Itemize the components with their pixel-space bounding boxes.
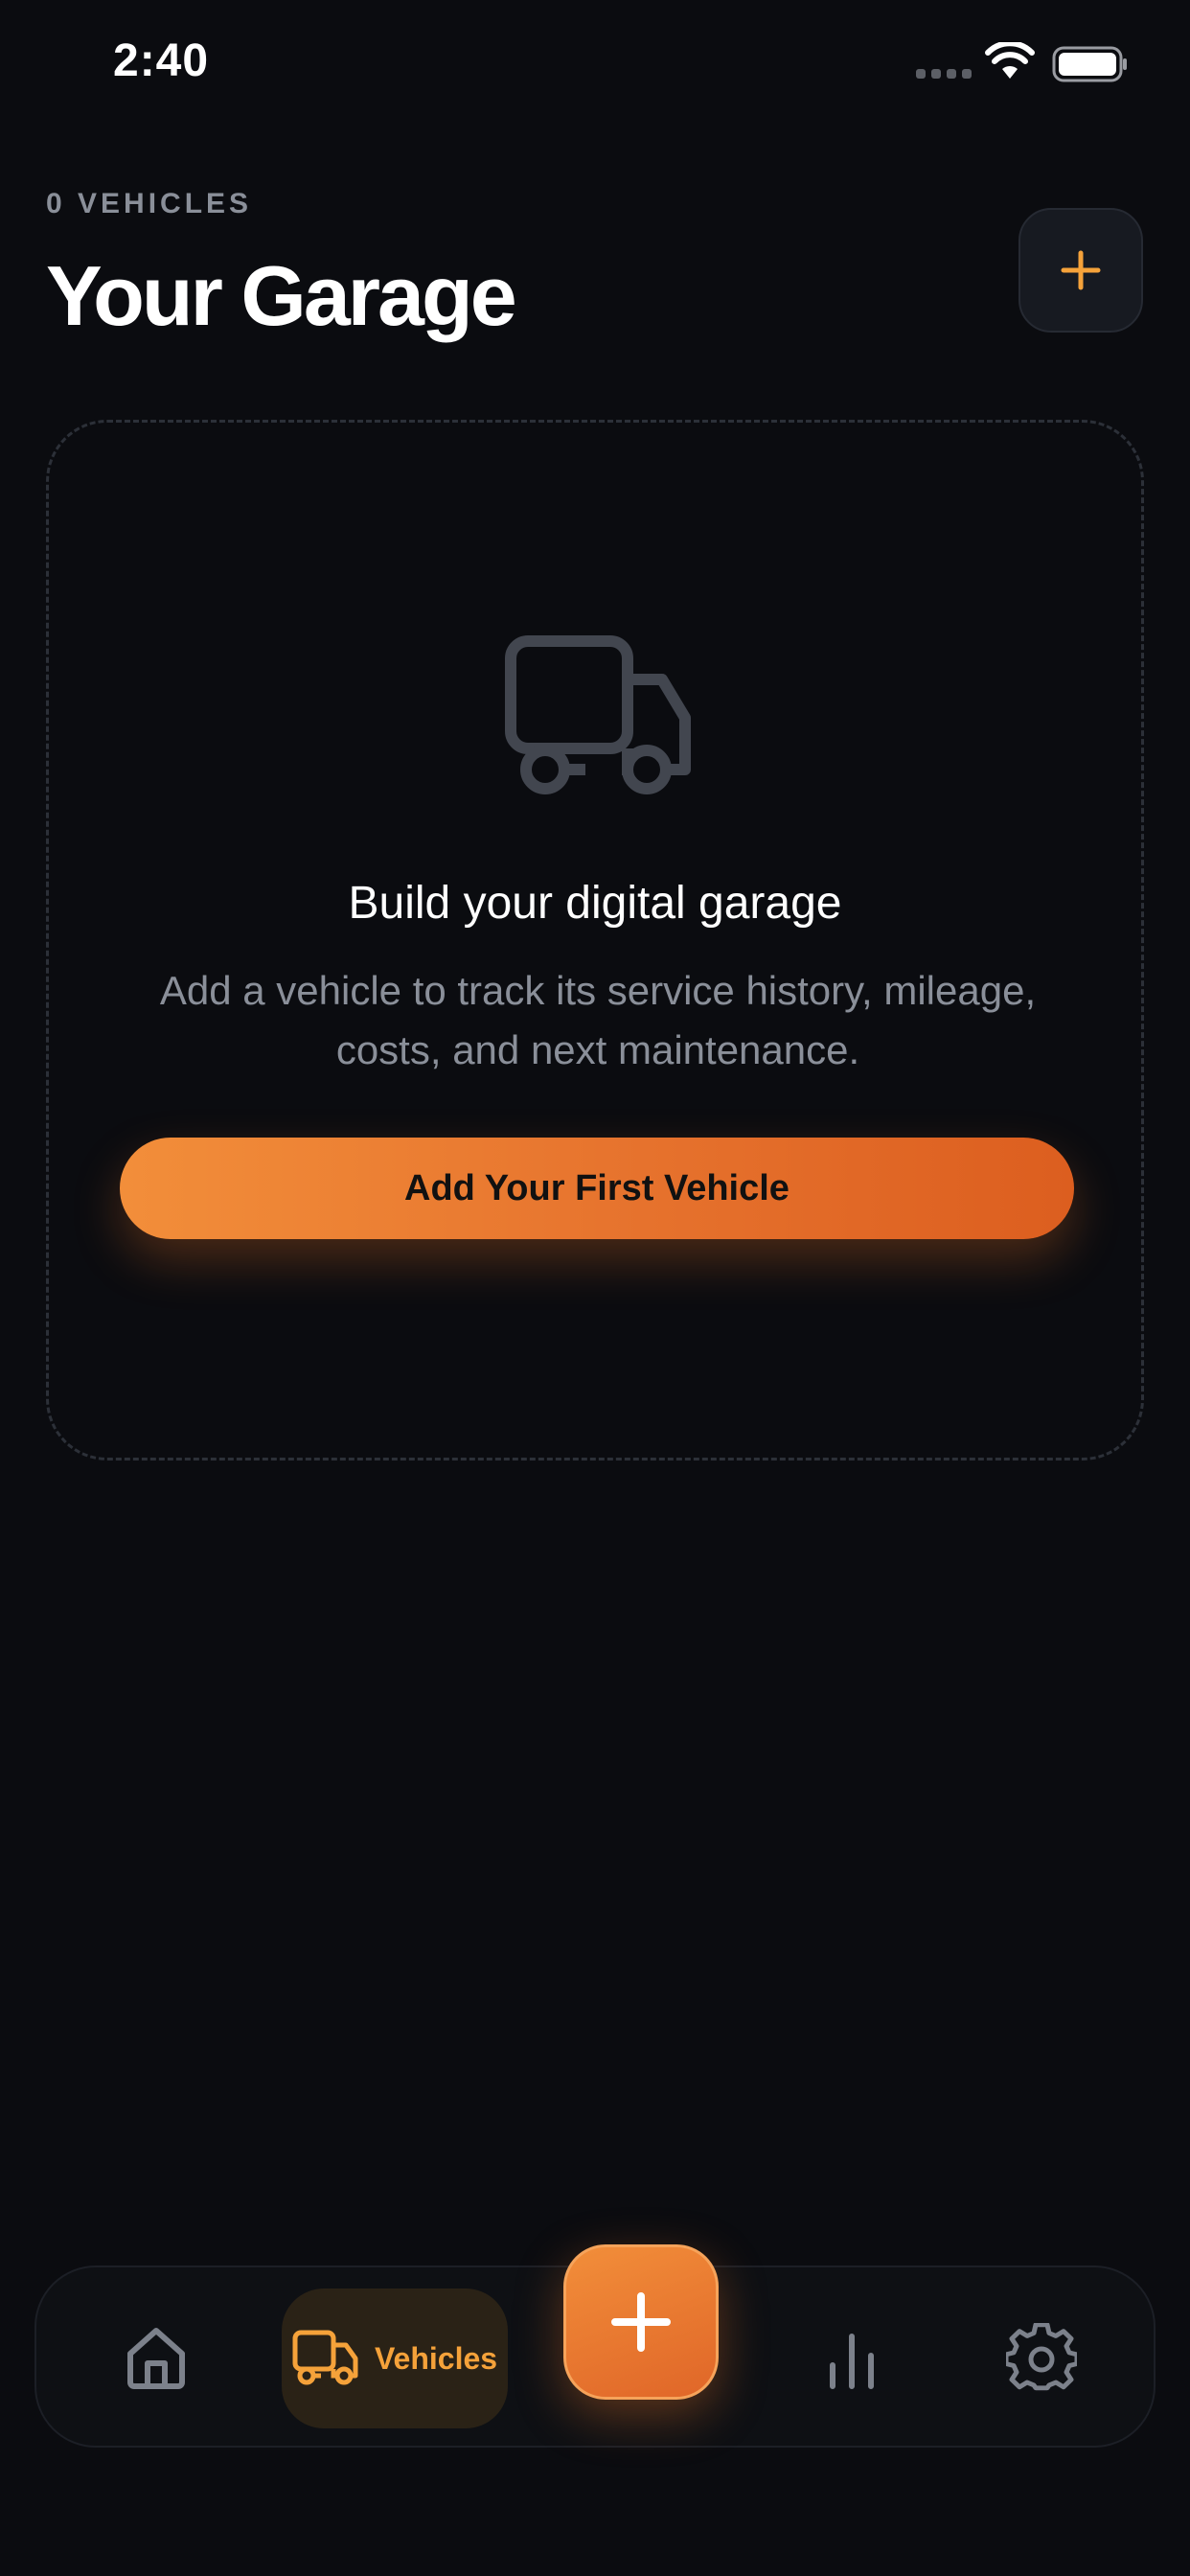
bar-chart-icon[interactable] xyxy=(818,2327,885,2394)
status-bar: 2:40 xyxy=(0,0,1190,134)
gear-icon[interactable] xyxy=(1006,2323,1077,2394)
home-icon[interactable] xyxy=(123,2325,190,2392)
tab-vehicles[interactable]: Vehicles xyxy=(282,2288,508,2428)
bottom-tab-bar: Vehicles xyxy=(34,2244,1156,2448)
garage-screen: 2:40 0 VEHICLES Your Garage Build your d… xyxy=(0,0,1190,2576)
truck-icon xyxy=(505,635,691,794)
vehicle-count-label: 0 VEHICLES xyxy=(46,188,253,219)
battery-icon xyxy=(1052,46,1127,82)
empty-state-card: Build your digital garage Add a vehicle … xyxy=(46,420,1144,1460)
empty-state-description: Add a vehicle to track its service histo… xyxy=(159,968,1037,1072)
plus-icon xyxy=(1061,250,1101,290)
page-title: Your Garage xyxy=(46,248,517,343)
add-vehicle-button[interactable] xyxy=(1018,208,1143,333)
quick-add-button[interactable] xyxy=(563,2244,719,2400)
add-first-vehicle-button[interactable]: Add Your First Vehicle xyxy=(120,1138,1074,1239)
empty-state-title: Build your digital garage xyxy=(348,878,842,929)
cellular-signal-icon xyxy=(916,69,972,79)
wifi-icon xyxy=(985,42,1035,79)
truck-icon xyxy=(292,2330,358,2385)
tab-vehicles-label: Vehicles xyxy=(374,2340,498,2376)
status-time: 2:40 xyxy=(113,35,210,86)
plus-icon xyxy=(611,2292,671,2352)
